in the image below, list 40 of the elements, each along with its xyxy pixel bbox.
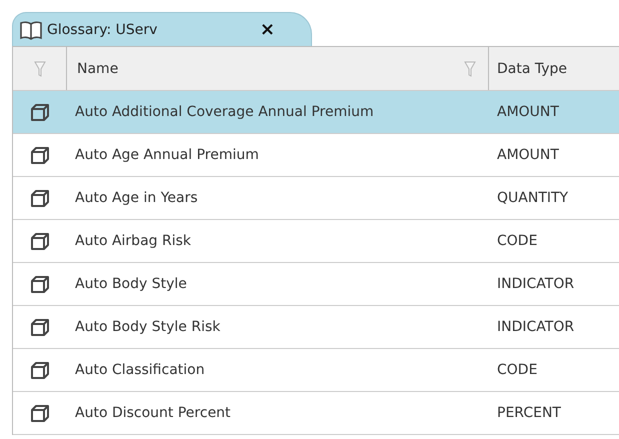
table-cell-text: Auto Additional Coverage Annual Premium bbox=[74, 104, 375, 120]
table-row[interactable]: Auto Additional Coverage Annual Premium AMOUNT bbox=[13, 91, 619, 134]
filter-icon[interactable] bbox=[464, 60, 476, 76]
book-icon bbox=[19, 20, 43, 40]
table-cell-text: CODE bbox=[496, 233, 538, 249]
table-cell-text: Auto Age in Years bbox=[74, 190, 199, 206]
table-row[interactable]: Auto Discount Percent PERCENT bbox=[13, 392, 619, 435]
table-cell-text: Auto Airbag Risk bbox=[74, 233, 192, 249]
cube-icon bbox=[30, 317, 50, 337]
glossary-tab[interactable]: Glossary: UServ × bbox=[12, 12, 312, 46]
table-cell-text: INDICATOR bbox=[496, 319, 576, 335]
table-cell-text: AMOUNT bbox=[496, 147, 560, 163]
table-cell-text: Auto Body Style Risk bbox=[74, 319, 222, 335]
cube-icon bbox=[30, 145, 50, 165]
table-row[interactable]: Auto Age in Years QUANTITY bbox=[13, 177, 619, 220]
tab-title: Glossary: UServ bbox=[47, 22, 158, 38]
cube-icon bbox=[30, 188, 50, 208]
table-cell-text: AMOUNT bbox=[496, 104, 560, 120]
cube-icon bbox=[30, 274, 50, 294]
cube-icon bbox=[30, 102, 50, 122]
table-cell-text: PERCENT bbox=[496, 405, 562, 421]
close-icon[interactable]: × bbox=[260, 19, 301, 40]
table-cell-text: Auto Age Annual Premium bbox=[74, 147, 260, 163]
table-cell-text: Auto Classification bbox=[74, 362, 206, 378]
table-row[interactable]: Auto Body Style INDICATOR bbox=[13, 263, 619, 306]
column-header[interactable]: Data Type bbox=[497, 60, 568, 76]
table-row[interactable]: Auto Classification CODE bbox=[13, 349, 619, 392]
table-row[interactable]: Auto Body Style Risk INDICATOR bbox=[13, 306, 619, 349]
table-cell-text: Auto Body Style bbox=[74, 276, 188, 292]
table-row[interactable]: Auto Age Annual Premium AMOUNT bbox=[13, 134, 619, 177]
table-cell-text: CODE bbox=[496, 362, 538, 378]
table-cell-text: INDICATOR bbox=[496, 276, 576, 292]
table-cell-text: Auto Discount Percent bbox=[74, 405, 232, 421]
table-row[interactable]: Auto Airbag Risk CODE bbox=[13, 220, 619, 263]
cube-icon bbox=[30, 360, 50, 380]
table-cell-text: QUANTITY bbox=[496, 190, 570, 206]
column-header[interactable]: Name bbox=[77, 60, 118, 76]
cube-icon bbox=[30, 231, 50, 251]
cube-icon bbox=[30, 403, 50, 423]
filter-icon[interactable] bbox=[34, 60, 46, 76]
